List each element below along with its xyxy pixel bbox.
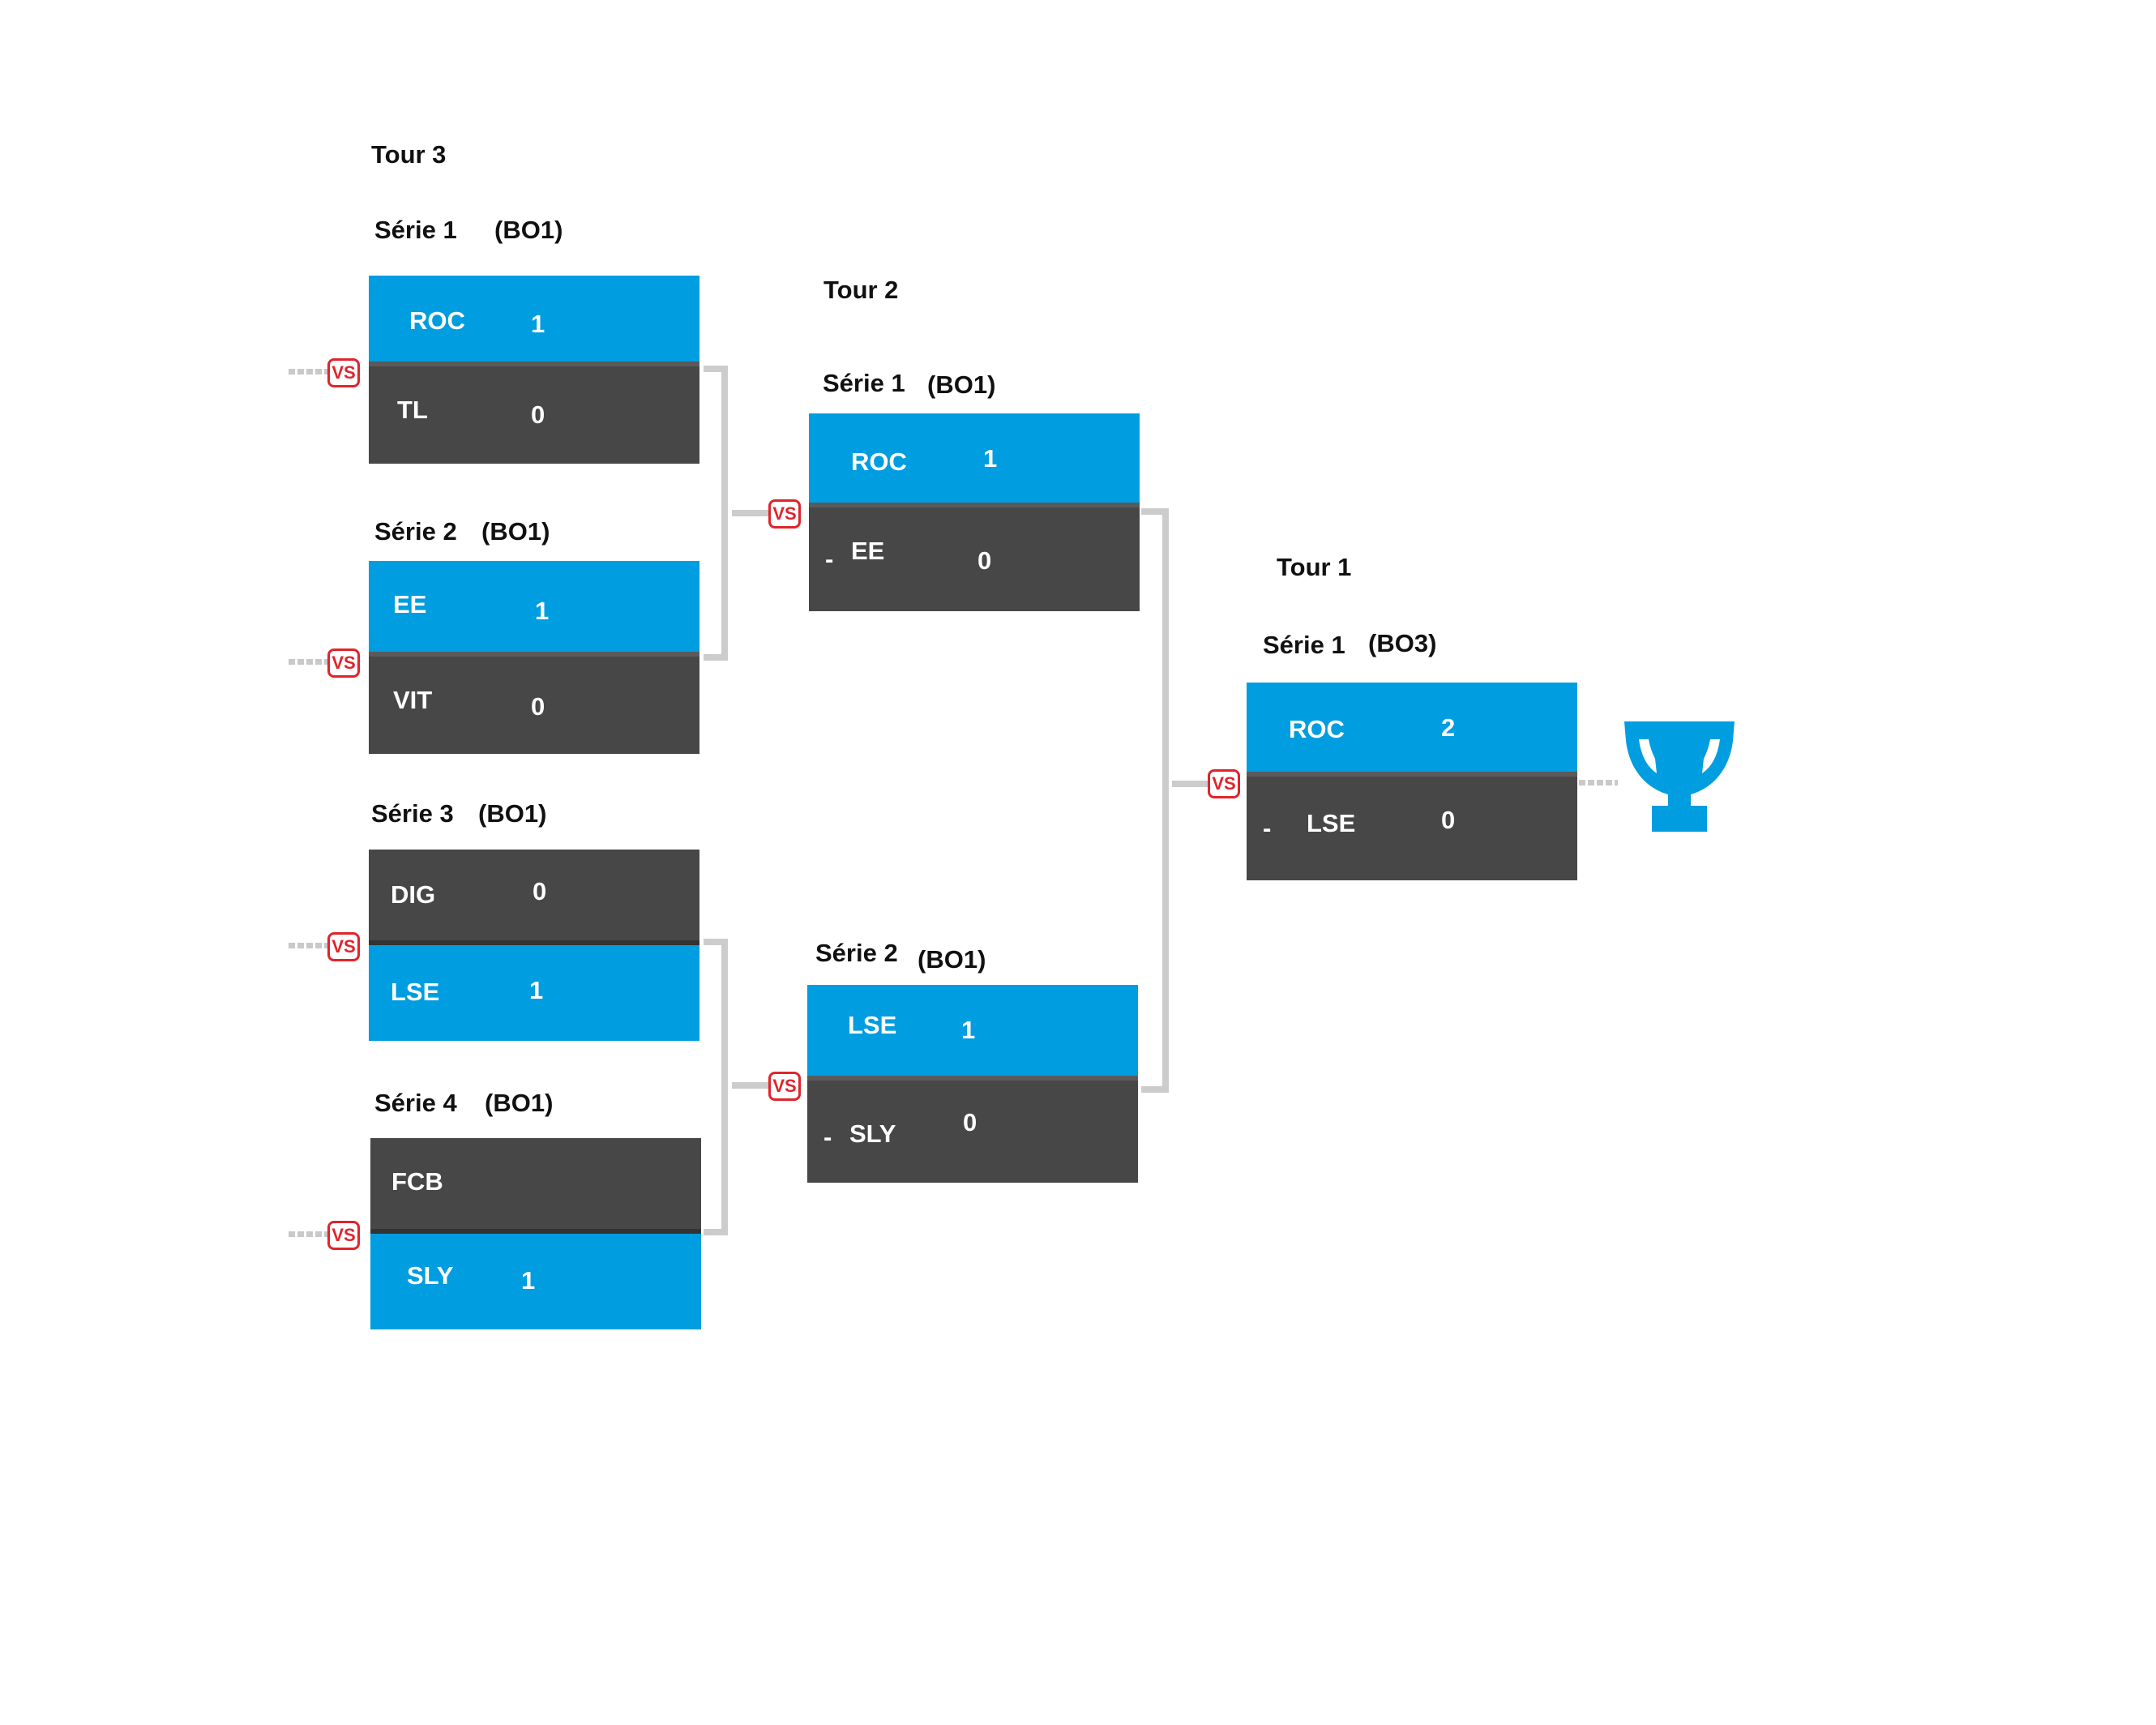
status-dash: - (1263, 814, 1272, 842)
round-title: Tour 1 (1277, 553, 1352, 581)
series-name: Série 2 (815, 939, 898, 967)
series-format: (BO1) (494, 216, 563, 244)
team-name: ROC (409, 306, 465, 335)
team-slot-winner[interactable]: ROC 1 (809, 413, 1140, 507)
team-slot-loser[interactable]: DIG 0 (369, 850, 699, 945)
team-name: TL (397, 396, 428, 424)
connector-line (1172, 781, 1211, 787)
vs-badge-icon: VS (327, 1221, 360, 1250)
team-score: 0 (531, 692, 545, 721)
team-score: 0 (977, 546, 992, 575)
team-name: ROC (851, 447, 907, 476)
connector-line (1162, 508, 1169, 1093)
connector-line (721, 939, 728, 1235)
incoming-dashed-line (289, 659, 327, 665)
team-score: 1 (529, 976, 544, 1004)
team-slot-winner[interactable]: LSE 1 (807, 985, 1138, 1081)
series-format: (BO1) (485, 1089, 554, 1117)
team-name: EE (393, 590, 427, 619)
team-slot-loser[interactable]: VIT 0 (369, 657, 699, 754)
incoming-dashed-line (289, 943, 327, 948)
series-name: Série 1 (1263, 631, 1345, 659)
team-slot-winner[interactable]: SLY 1 (370, 1234, 701, 1329)
outgoing-dashed-line (1579, 780, 1618, 785)
vs-badge-icon: VS (327, 932, 360, 961)
match-card-final[interactable]: ROC 2 - LSE 0 (1247, 683, 1577, 880)
team-name: SLY (407, 1261, 454, 1290)
team-score: 0 (533, 877, 547, 905)
series-name: Série 1 (823, 369, 905, 397)
series-name: Série 4 (374, 1089, 457, 1117)
team-score: 1 (531, 310, 545, 338)
incoming-dashed-line (289, 1231, 327, 1237)
vs-badge-icon: VS (327, 358, 360, 387)
match-card[interactable]: ROC 1 TL 0 (369, 276, 699, 464)
team-name: VIT (393, 686, 433, 714)
match-card[interactable]: LSE 1 - SLY 0 (807, 985, 1138, 1183)
series-format: (BO1) (927, 370, 996, 399)
team-slot-winner[interactable]: ROC 2 (1247, 683, 1577, 777)
connector-line (732, 510, 772, 516)
match-card[interactable]: ROC 1 - EE 0 (809, 413, 1140, 611)
team-slot-winner[interactable]: ROC 1 (369, 276, 699, 366)
status-dash: - (825, 545, 834, 573)
team-name: LSE (391, 978, 440, 1006)
team-slot-loser[interactable]: - SLY 0 (807, 1081, 1138, 1183)
team-slot-loser[interactable]: FCB (370, 1138, 701, 1234)
match-card[interactable]: EE 1 VIT 0 (369, 561, 699, 754)
team-slot-winner[interactable]: LSE 1 (369, 945, 699, 1041)
trophy-icon (1624, 721, 1735, 832)
team-name: LSE (848, 1011, 897, 1039)
series-format: (BO1) (478, 799, 547, 828)
team-score: 2 (1441, 713, 1456, 742)
status-dash: - (823, 1123, 832, 1151)
incoming-dashed-line (289, 369, 327, 375)
vs-badge-icon: VS (327, 648, 360, 678)
tournament-bracket: VS VS VS VS VS VS VS Tour 3 Série 1 (BO1… (0, 0, 2156, 1725)
connector-line (732, 1082, 772, 1089)
team-score: 1 (983, 444, 998, 473)
round-title: Tour 2 (823, 276, 899, 304)
team-score: 0 (531, 400, 545, 429)
team-slot-winner[interactable]: EE 1 (369, 561, 699, 657)
team-score: 0 (963, 1108, 977, 1136)
vs-badge-icon: VS (768, 1072, 801, 1101)
match-card[interactable]: DIG 0 LSE 1 (369, 850, 699, 1041)
series-name: Série 1 (374, 216, 457, 244)
series-name: Série 3 (371, 799, 454, 828)
series-format: (BO1) (481, 517, 550, 546)
round-title: Tour 3 (371, 140, 447, 169)
team-name: DIG (391, 880, 436, 909)
series-format: (BO1) (918, 945, 986, 974)
team-name: ROC (1289, 715, 1345, 743)
series-format: (BO3) (1368, 629, 1437, 657)
connector-line (721, 366, 728, 661)
team-score: 1 (535, 597, 550, 625)
series-name: Série 2 (374, 517, 457, 546)
team-name: EE (851, 537, 885, 565)
team-score: 0 (1441, 806, 1456, 834)
team-slot-loser[interactable]: - EE 0 (809, 507, 1140, 611)
team-name: LSE (1307, 809, 1356, 837)
team-name: SLY (849, 1119, 896, 1148)
team-score: 1 (521, 1266, 536, 1295)
team-name: FCB (391, 1167, 443, 1196)
match-card[interactable]: FCB SLY 1 (370, 1138, 701, 1329)
vs-badge-icon: VS (768, 499, 801, 529)
vs-badge-icon: VS (1208, 769, 1240, 798)
team-slot-loser[interactable]: - LSE 0 (1247, 777, 1577, 880)
team-slot-loser[interactable]: TL 0 (369, 366, 699, 464)
team-score: 1 (961, 1016, 976, 1044)
